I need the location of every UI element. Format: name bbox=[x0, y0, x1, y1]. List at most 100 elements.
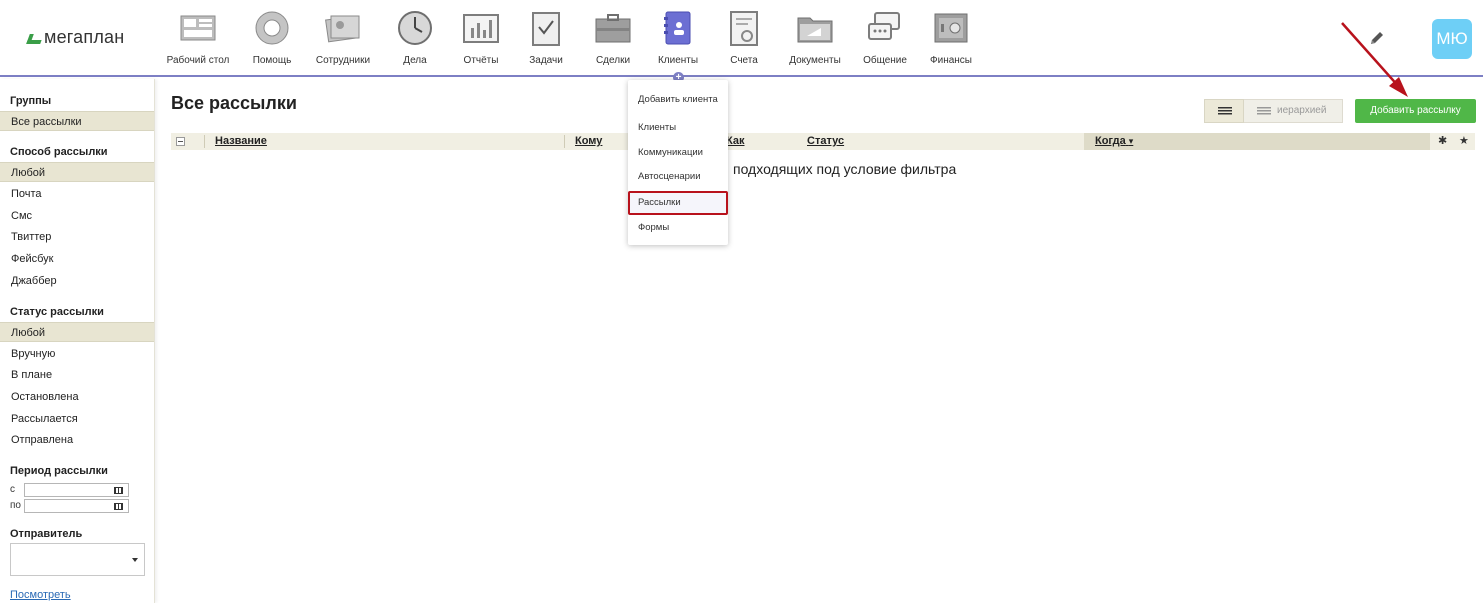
status-any[interactable]: Любой bbox=[0, 322, 154, 342]
chart-icon bbox=[463, 14, 499, 43]
nav-item-employees[interactable]: Сотрудники bbox=[316, 10, 370, 66]
annotation-arrow-icon bbox=[1341, 22, 1408, 97]
period-from-input[interactable] bbox=[24, 483, 129, 497]
invoice-icon bbox=[730, 11, 758, 46]
nav-item-clients[interactable]: Клиенты bbox=[658, 10, 698, 66]
column-separator bbox=[564, 135, 565, 148]
sidebar-item-all-mailings[interactable]: Все рассылки bbox=[0, 111, 154, 131]
status-stopped[interactable]: Остановлена bbox=[0, 387, 154, 407]
method-mail[interactable]: Почта bbox=[0, 184, 154, 204]
method-sms[interactable]: Смс bbox=[0, 206, 154, 226]
status-manual[interactable]: Вручную bbox=[0, 344, 154, 364]
column-name[interactable]: Название bbox=[215, 133, 267, 150]
chat-icon bbox=[868, 12, 900, 40]
empty-message: подходящих под условие фильтра bbox=[733, 161, 957, 177]
filter-sidebar: Группы Все рассылки Способ рассылки Любо… bbox=[0, 79, 155, 603]
period-to-input[interactable] bbox=[24, 499, 129, 513]
page-title: Все рассылки bbox=[171, 93, 297, 113]
contacts-book-icon bbox=[664, 11, 691, 45]
status-heading: Статус рассылки bbox=[10, 306, 104, 318]
briefcase-icon bbox=[595, 14, 631, 43]
column-separator bbox=[204, 135, 205, 148]
column-how[interactable]: Как bbox=[726, 133, 744, 150]
chevron-down-icon bbox=[132, 558, 138, 562]
top-navigation-bar: мегаплан Рабочий стол Помощь Сотрудники … bbox=[0, 0, 1483, 83]
app-window: мегаплан Рабочий стол Помощь Сотрудники … bbox=[0, 0, 1483, 603]
calendar-icon[interactable] bbox=[114, 487, 123, 494]
list-view-button[interactable] bbox=[1204, 99, 1244, 123]
column-when[interactable]: Когда ▾ bbox=[1095, 133, 1133, 150]
desktop-icon bbox=[180, 15, 216, 41]
status-sent[interactable]: Отправлена bbox=[0, 430, 154, 450]
nav-label: Документы bbox=[789, 55, 841, 66]
period-from-row: с bbox=[10, 483, 129, 497]
sender-heading: Отправитель bbox=[10, 528, 83, 540]
hierarchy-view-button[interactable]: иерархией bbox=[1244, 99, 1343, 123]
period-from-label: с bbox=[10, 484, 15, 495]
groups-heading: Группы bbox=[10, 95, 52, 107]
gear-icon[interactable]: ✱ bbox=[1438, 133, 1447, 150]
column-status[interactable]: Статус bbox=[807, 133, 844, 150]
clipboard-icon bbox=[532, 12, 560, 46]
nav-label: Дела bbox=[403, 55, 427, 66]
status-sending[interactable]: Рассылается bbox=[0, 409, 154, 429]
nav-item-help[interactable]: Помощь bbox=[253, 10, 291, 66]
folder-icon bbox=[797, 17, 833, 43]
nav-label: Клиенты bbox=[657, 55, 699, 66]
nav-item-deals[interactable]: Сделки bbox=[595, 10, 631, 66]
pencil-icon[interactable] bbox=[1369, 30, 1385, 46]
logo[interactable]: мегаплан bbox=[26, 27, 125, 48]
hierarchy-label: иерархией bbox=[1277, 105, 1327, 116]
nav-item-deals-tasks[interactable]: Дела bbox=[397, 10, 433, 66]
method-facebook[interactable]: Фейсбук bbox=[0, 249, 154, 269]
lifebuoy-icon bbox=[255, 11, 289, 45]
menu-item-autoscenarios[interactable]: Автосценарии bbox=[628, 165, 728, 189]
menu-item-mailings[interactable]: Рассылки bbox=[628, 191, 728, 215]
nav-label: Общение bbox=[863, 55, 907, 66]
logo-mark-icon bbox=[26, 34, 44, 44]
period-heading: Период рассылки bbox=[10, 465, 108, 477]
nav-label: Сделки bbox=[595, 55, 631, 66]
view-toggle: иерархией bbox=[1204, 99, 1343, 123]
add-mailing-button[interactable]: Добавить рассылку bbox=[1355, 99, 1476, 123]
menu-item-communications[interactable]: Коммуникации bbox=[628, 141, 728, 165]
nav-label: Сотрудники bbox=[315, 55, 371, 66]
method-jabber[interactable]: Джаббер bbox=[0, 271, 154, 291]
column-when-label: Когда bbox=[1095, 135, 1126, 147]
list-icon bbox=[1218, 107, 1232, 116]
period-to-row: по bbox=[10, 499, 129, 513]
collapse-all-icon[interactable] bbox=[176, 137, 185, 146]
nav-label: Отчёты bbox=[463, 55, 499, 66]
logo-text: мегаплан bbox=[44, 27, 125, 47]
nav-label: Финансы bbox=[930, 55, 972, 66]
clients-dropdown-menu: Добавить клиента Клиенты Коммуникации Ав… bbox=[628, 80, 728, 245]
method-twitter[interactable]: Твиттер bbox=[0, 227, 154, 247]
status-planned[interactable]: В плане bbox=[0, 365, 154, 385]
nav-label: Задачи bbox=[529, 55, 563, 66]
nav-item-documents[interactable]: Документы bbox=[789, 10, 841, 66]
sorted-column-bg bbox=[1084, 133, 1430, 150]
menu-item-clients[interactable]: Клиенты bbox=[628, 116, 728, 140]
nav-item-communication[interactable]: Общение bbox=[863, 10, 907, 66]
sender-select[interactable] bbox=[10, 543, 145, 576]
column-to[interactable]: Кому bbox=[575, 133, 602, 150]
nav-item-desktop[interactable]: Рабочий стол bbox=[167, 10, 229, 66]
nav-item-reports[interactable]: Отчёты bbox=[463, 10, 499, 66]
avatar[interactable]: МЮ bbox=[1432, 19, 1472, 59]
calendar-icon[interactable] bbox=[114, 503, 123, 510]
menu-item-add-client[interactable]: Добавить клиента bbox=[628, 88, 728, 112]
table-header: Название Кому Как Статус Когда ▾ ✱ ★ bbox=[171, 133, 1475, 150]
nav-item-tasks[interactable]: Задачи bbox=[528, 10, 564, 66]
safe-icon bbox=[934, 13, 968, 43]
nav-item-invoices[interactable]: Счета bbox=[726, 10, 762, 66]
nav-item-finance[interactable]: Финансы bbox=[930, 10, 972, 66]
sort-desc-icon: ▾ bbox=[1128, 136, 1134, 146]
menu-item-forms[interactable]: Формы bbox=[628, 216, 728, 240]
nav-label: Рабочий стол bbox=[166, 55, 230, 66]
period-to-label: по bbox=[10, 500, 21, 511]
hierarchy-icon bbox=[1257, 107, 1271, 116]
method-any[interactable]: Любой bbox=[0, 162, 154, 182]
nav-label: Счета bbox=[730, 55, 758, 66]
star-icon[interactable]: ★ bbox=[1459, 133, 1469, 150]
show-link[interactable]: Посмотреть bbox=[10, 589, 71, 601]
